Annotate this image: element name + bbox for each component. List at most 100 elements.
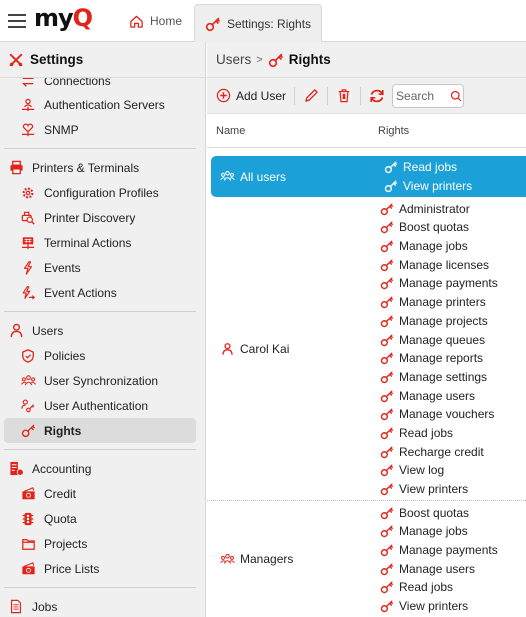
sidebar-item-user-authentication[interactable]: User Authentication (0, 393, 205, 418)
right-label: Boost quotas (399, 505, 470, 520)
logo-text-accent: Q (72, 4, 93, 32)
column-header-rights[interactable]: Rights (371, 125, 409, 137)
right-label: Read jobs (399, 425, 454, 440)
tab-settings-rights[interactable]: Settings: Rights (194, 4, 323, 43)
right-item: Manage reports (379, 349, 498, 368)
sidebar-item-snmp[interactable]: SNMP (0, 117, 205, 142)
hamburger-menu-icon[interactable] (8, 14, 26, 28)
right-item: View printers (379, 597, 498, 616)
table-row[interactable]: Managers Boost quotas Manage jobs Manage pa… (207, 501, 526, 617)
sidebar-item-user-synchronization[interactable]: User Synchronization (0, 368, 205, 393)
right-label: Manage jobs (399, 239, 468, 254)
sidebar-item-credit[interactable]: Credit (0, 481, 205, 506)
sidebar-item-label: Projects (44, 536, 88, 551)
right-label: View printers (399, 599, 469, 614)
printer-icon (8, 160, 24, 176)
sidebar-divider (4, 587, 196, 588)
quota-icon (20, 511, 36, 527)
right-item: Boost quotas (379, 218, 498, 237)
sidebar-divider (4, 449, 196, 450)
right-item: Read jobs (379, 578, 498, 597)
right-label: Manage users (399, 561, 476, 576)
key-icon (379, 350, 395, 366)
top-bar: myQ Home Settings: Rights (0, 0, 526, 43)
breadcrumb: Users > Rights (207, 42, 526, 78)
right-item: Manage payments (379, 541, 498, 560)
sidebar-divider (4, 148, 196, 149)
delete-button[interactable] (336, 88, 352, 104)
key-icon (379, 369, 395, 385)
column-header-name[interactable]: Name (207, 125, 371, 137)
sidebar-item-label: Configuration Profiles (44, 185, 159, 200)
right-label: Manage users (399, 388, 476, 403)
toolbar: Add User (207, 78, 526, 114)
right-item: Manage users (379, 559, 498, 578)
search-input[interactable] (396, 88, 449, 103)
right-label: Administrator (399, 201, 470, 216)
toolbar-divider (294, 86, 296, 105)
key-icon (379, 257, 395, 273)
users-group-icon (219, 169, 235, 185)
right-item: Read jobs (379, 424, 498, 443)
right-item: Manage licenses (379, 255, 498, 274)
right-item: Manage payments (379, 274, 498, 293)
breadcrumb-current: Rights (288, 52, 331, 67)
right-label: Manage queues (399, 332, 486, 347)
key-icon (379, 598, 395, 614)
sidebar-group-users[interactable]: Users (0, 318, 205, 343)
right-label: Manage licenses (399, 257, 490, 272)
toolbar-divider (327, 86, 329, 105)
key-icon (379, 425, 395, 441)
key-icon (379, 332, 395, 348)
right-item: Manage jobs (379, 237, 498, 256)
table-row[interactable]: Carol Kai Administrator Boost quotas Manage… (207, 197, 526, 502)
sidebar-group-jobs[interactable]: Jobs (0, 594, 205, 617)
sidebar-item-authentication-servers[interactable]: Authentication Servers (0, 92, 205, 117)
key-icon (268, 52, 284, 68)
myq-logo[interactable]: myQ (34, 4, 93, 32)
add-user-button[interactable]: Add User (215, 88, 286, 104)
money-icon (20, 486, 36, 502)
right-label: View log (399, 463, 445, 478)
tab-home-label: Home (150, 14, 183, 28)
right-item: Recharge credit (379, 442, 498, 461)
sidebar-item-projects[interactable]: Projects (0, 531, 205, 556)
key-icon (379, 275, 395, 291)
rights-table: All users Read jobs View printers Carol Kai… (207, 156, 526, 617)
right-item: View printers (383, 177, 472, 196)
refresh-button[interactable] (369, 88, 385, 104)
accounting-icon (8, 461, 24, 477)
main-panel: Users > Rights Add User Name Rights All … (207, 42, 526, 617)
table-row[interactable]: All users Read jobs View printers (211, 156, 526, 198)
key-icon (20, 423, 36, 439)
edit-button[interactable] (303, 88, 319, 104)
sidebar-item-label: User Authentication (44, 398, 149, 413)
tab-settings-rights-label: Settings: Rights (227, 17, 312, 31)
right-label: View printers (403, 179, 473, 194)
sidebar: Settings Connections Authentication Serv… (0, 42, 206, 617)
key-icon (379, 406, 395, 422)
breadcrumb-parent[interactable]: Users (216, 52, 251, 67)
sidebar-item-label: Authentication Servers (44, 97, 165, 112)
search-icon[interactable] (448, 88, 464, 104)
sidebar-item-quota[interactable]: Quota (0, 506, 205, 531)
sidebar-group-accounting[interactable]: Accounting (0, 456, 205, 481)
sidebar-item-label: Price Lists (44, 561, 100, 576)
sidebar-item-terminal-actions[interactable]: Terminal Actions (0, 230, 205, 255)
sidebar-item-events[interactable]: Events (0, 255, 205, 280)
sidebar-item-printer-discovery[interactable]: Printer Discovery (0, 205, 205, 230)
right-label: Boost quotas (399, 220, 470, 235)
key-icon (379, 481, 395, 497)
sidebar-group-printers-terminals[interactable]: Printers & Terminals (0, 155, 205, 180)
sidebar-item-configuration-profiles[interactable]: Configuration Profiles (0, 180, 205, 205)
key-icon (379, 561, 395, 577)
sidebar-group-label: Printers & Terminals (32, 160, 140, 175)
trash-icon (336, 88, 352, 104)
sidebar-item-rights[interactable]: Rights (4, 418, 196, 443)
sidebar-item-price-lists[interactable]: Price Lists (0, 556, 205, 581)
key-icon (379, 444, 395, 460)
tab-home[interactable]: Home (128, 0, 182, 42)
rights-cell: Read jobs View printers (375, 156, 472, 197)
sidebar-item-policies[interactable]: Policies (0, 343, 205, 368)
sidebar-item-event-actions[interactable]: Event Actions (0, 280, 205, 305)
